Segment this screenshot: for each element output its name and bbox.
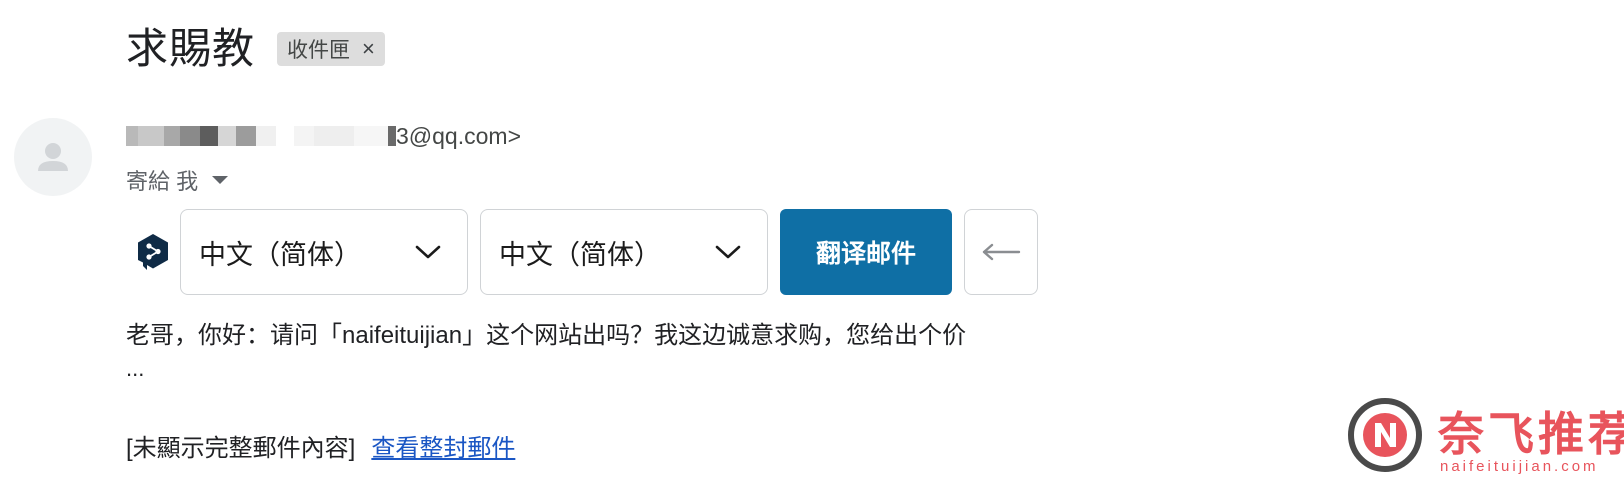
person-icon xyxy=(38,143,68,171)
email-subject: 求賜教 xyxy=(126,25,256,72)
close-icon[interactable]: × xyxy=(362,36,375,62)
avatar[interactable] xyxy=(14,118,92,196)
chevron-down-icon xyxy=(715,245,741,259)
sender-email: 3@qq.com> xyxy=(396,122,521,149)
target-language-select[interactable]: 中文（简体） xyxy=(480,209,768,295)
back-button[interactable] xyxy=(964,209,1038,295)
recipient-row: 寄給 我 xyxy=(126,164,229,196)
subject-row: 求賜教 收件匣 × xyxy=(126,22,385,76)
source-language-select[interactable]: 中文（简体） xyxy=(180,209,468,295)
watermark-url: naifeituijian.com xyxy=(1440,458,1599,475)
watermark: 奈飞推荐 naifeituijian.com xyxy=(1348,398,1624,488)
truncated-notice-row: [未顯示完整郵件內容] 查看整封郵件 xyxy=(126,428,515,463)
watermark-logo-icon xyxy=(1348,398,1422,472)
source-language-value: 中文（简体） xyxy=(199,239,361,270)
chevron-down-icon xyxy=(415,245,441,259)
truncated-notice: [未顯示完整郵件內容] xyxy=(126,435,356,462)
label-chip-inbox[interactable]: 收件匣 × xyxy=(277,32,385,66)
redacted-sender-name xyxy=(126,126,396,146)
target-language-value: 中文（简体） xyxy=(499,239,661,270)
deepl-logo-icon xyxy=(138,234,168,270)
view-full-message-link[interactable]: 查看整封郵件 xyxy=(371,428,515,463)
arrow-left-icon xyxy=(982,243,1021,261)
chevron-down-icon[interactable] xyxy=(212,176,229,184)
translate-email-button[interactable]: 翻译邮件 xyxy=(780,209,952,295)
label-chip-text: 收件匣 xyxy=(287,39,351,62)
translate-toolbar: 中文（简体） 中文（简体） 翻译邮件 xyxy=(136,208,1038,296)
n-logo-icon xyxy=(1363,413,1407,457)
watermark-title: 奈飞推荐 xyxy=(1438,407,1624,461)
recipient-text: 寄給 我 xyxy=(126,169,199,194)
email-body-preview: 老哥，你好：请问「naifeituijian」这个网站出吗？我这边诚意求购，您给… xyxy=(126,322,967,349)
body-ellipsis: ... xyxy=(126,356,145,381)
sender-row: 3@qq.com> xyxy=(126,122,521,150)
